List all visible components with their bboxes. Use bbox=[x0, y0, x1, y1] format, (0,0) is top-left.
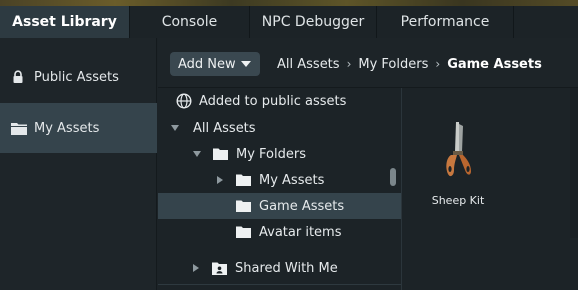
sidebar-item-label: My Assets bbox=[34, 120, 100, 136]
sidebar-item-public-assets[interactable]: Public Assets bbox=[0, 52, 157, 102]
folder-tree: Added to public assets All Assets My Fol… bbox=[158, 88, 402, 290]
asset-grid: Sheep Kit bbox=[403, 88, 578, 290]
tree-row-avatar-items[interactable]: Avatar items bbox=[158, 219, 401, 245]
tab-label: Asset Library bbox=[12, 14, 117, 30]
folder-icon bbox=[213, 148, 228, 160]
tab-label: NPC Debugger bbox=[261, 14, 365, 30]
tree-row-label: Game Assets bbox=[259, 198, 345, 214]
tree-row-my-folders[interactable]: My Folders bbox=[158, 141, 401, 167]
tree-row-label: My Folders bbox=[236, 146, 306, 162]
public-assets-notice-text: Added to public assets bbox=[199, 93, 347, 109]
tree-row-all-assets[interactable]: All Assets bbox=[158, 115, 401, 141]
tree-row-game-assets[interactable]: Game Assets bbox=[158, 193, 401, 219]
expand-down-icon[interactable] bbox=[193, 151, 201, 157]
tree-row-label: My Assets bbox=[259, 172, 325, 188]
sidebar: Public Assets My Assets bbox=[0, 38, 157, 290]
tree-row-my-assets[interactable]: My Assets bbox=[158, 167, 401, 193]
expand-down-icon[interactable] bbox=[171, 125, 179, 131]
expand-right-icon[interactable] bbox=[193, 264, 199, 272]
asset-card[interactable]: Sheep Kit bbox=[423, 118, 493, 207]
lock-icon bbox=[11, 70, 27, 84]
tab-npc-debugger[interactable]: NPC Debugger bbox=[250, 6, 377, 38]
tree-row-label: Shared With Me bbox=[235, 260, 338, 276]
folder-icon bbox=[236, 226, 251, 238]
breadcrumb-item-my-folders[interactable]: My Folders bbox=[358, 57, 428, 72]
breadcrumb-item-all-assets[interactable]: All Assets bbox=[277, 57, 340, 72]
tab-bar: Asset Library Console NPC Debugger Perfo… bbox=[0, 6, 578, 38]
tab-console[interactable]: Console bbox=[130, 6, 250, 38]
folder-icon bbox=[236, 174, 251, 186]
chevron-right-icon: › bbox=[346, 57, 352, 71]
add-new-button[interactable]: Add New bbox=[170, 52, 260, 76]
divider bbox=[158, 284, 401, 285]
add-new-label: Add New bbox=[178, 56, 236, 72]
tree-row-label: Avatar items bbox=[259, 224, 342, 240]
tab-label: Performance bbox=[400, 14, 490, 30]
breadcrumb: All Assets › My Folders › Game Assets bbox=[277, 55, 542, 73]
folder-icon bbox=[236, 200, 251, 212]
panel-edge bbox=[570, 88, 578, 238]
tree-row-label: All Assets bbox=[193, 120, 256, 136]
toolbar: Add New All Assets › My Folders › Game A… bbox=[158, 38, 578, 88]
chevron-right-icon: › bbox=[435, 57, 441, 71]
caret-down-icon bbox=[241, 61, 251, 67]
folder-icon bbox=[11, 121, 27, 135]
tree-row-shared-with-me[interactable]: Shared With Me bbox=[158, 255, 401, 281]
asset-name: Sheep Kit bbox=[431, 194, 485, 207]
globe-icon bbox=[176, 93, 192, 109]
tab-bar-filler bbox=[514, 6, 578, 38]
shears-icon bbox=[438, 118, 478, 182]
tab-asset-library[interactable]: Asset Library bbox=[0, 6, 130, 38]
tree-scrollbar-thumb[interactable] bbox=[390, 168, 396, 186]
tab-performance[interactable]: Performance bbox=[377, 6, 514, 38]
expand-right-icon[interactable] bbox=[217, 176, 223, 184]
shared-folder-icon bbox=[212, 262, 227, 275]
tab-label: Console bbox=[161, 14, 218, 30]
sidebar-item-label: Public Assets bbox=[34, 69, 119, 85]
breadcrumb-item-current: Game Assets bbox=[447, 56, 542, 72]
public-assets-notice[interactable]: Added to public assets bbox=[158, 88, 401, 114]
sidebar-item-my-assets[interactable]: My Assets bbox=[0, 103, 157, 153]
